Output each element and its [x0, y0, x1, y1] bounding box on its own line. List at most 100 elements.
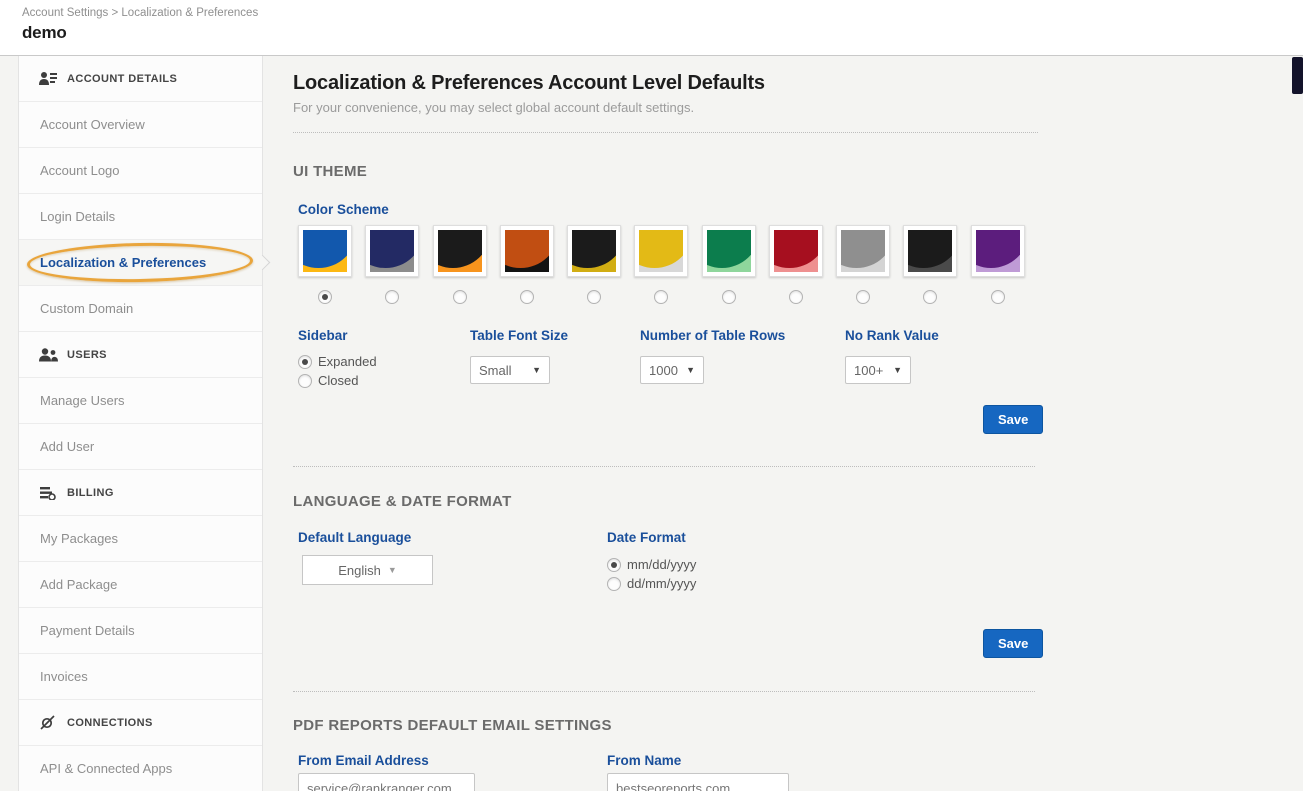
color-swatch-blue-gold[interactable]	[298, 225, 352, 277]
sidebar-section-label: USERS	[67, 349, 107, 361]
color-swatch-radio-green-mint[interactable]	[722, 290, 736, 304]
color-swatch-radio-gray-silver[interactable]	[856, 290, 870, 304]
sidebar-option-label: Closed	[318, 373, 358, 388]
sidebar-item-label: Invoices	[40, 669, 88, 684]
color-scheme-option-green-mint	[702, 225, 769, 304]
sidebar-item-manage-users[interactable]: Manage Users	[19, 378, 262, 424]
sidebar-item-label: Localization & Preferences	[40, 255, 206, 270]
divider	[293, 466, 1035, 467]
section-title-ui-theme: UI THEME	[293, 163, 1038, 180]
color-swatch-radio-blue-gold[interactable]	[318, 290, 332, 304]
color-swatch-radio-black-yellow[interactable]	[587, 290, 601, 304]
color-swatch-radio-black-charcoal[interactable]	[923, 290, 937, 304]
sidebar-item-label: Login Details	[40, 209, 115, 224]
color-scheme-option-yellow-silver	[634, 225, 701, 304]
swatch-accent-color	[505, 230, 549, 272]
swatch-accent-color	[572, 230, 616, 272]
from-name-input[interactable]	[607, 773, 789, 791]
sidebar-nav: ACCOUNT DETAILS Account Overview Account L…	[18, 56, 263, 791]
sidebar-item-account-logo[interactable]: Account Logo	[19, 148, 262, 194]
date-format-option-mm-dd-yyyy[interactable]: mm/dd/yyyy	[607, 557, 696, 572]
sidebar-option-closed[interactable]: Closed	[298, 373, 470, 388]
color-swatch-orange-black[interactable]	[500, 225, 554, 277]
from-email-input[interactable]	[298, 773, 475, 791]
divider	[293, 132, 1038, 133]
table-font-size-select[interactable]: Small ▼	[470, 356, 550, 384]
sidebar-item-invoices[interactable]: Invoices	[19, 654, 262, 700]
sidebar-section-label: ACCOUNT DETAILS	[67, 73, 177, 85]
sidebar-item-my-packages[interactable]: My Packages	[19, 516, 262, 562]
sidebar-item-api-connected-apps[interactable]: API & Connected Apps	[19, 746, 262, 791]
color-swatch-yellow-silver[interactable]	[634, 225, 688, 277]
swatch-accent-color	[370, 230, 414, 272]
sidebar-item-payment-details[interactable]: Payment Details	[19, 608, 262, 654]
color-swatch-radio-purple-lilac[interactable]	[991, 290, 1005, 304]
color-swatch-purple-lilac[interactable]	[971, 225, 1025, 277]
default-language-select[interactable]: English ▼	[302, 555, 433, 585]
save-button-language[interactable]: Save	[983, 629, 1043, 658]
color-swatch-black-orange[interactable]	[433, 225, 487, 277]
swatch-accent-color	[976, 230, 1020, 272]
chevron-down-icon: ▼	[686, 365, 695, 375]
no-rank-label: No Rank Value	[845, 328, 995, 343]
sidebar-section-users[interactable]: USERS	[19, 332, 262, 378]
swatch-accent-color	[438, 230, 482, 272]
swatch-main-color	[774, 230, 818, 268]
default-language-label: Default Language	[298, 530, 411, 545]
billing-icon	[39, 485, 59, 501]
sidebar-option-expanded[interactable]: Expanded	[298, 354, 470, 369]
table-rows-select[interactable]: 1000 ▼	[640, 356, 704, 384]
no-rank-group: No Rank Value 100+ ▼	[845, 328, 995, 392]
date-format-option-radio[interactable]	[607, 577, 621, 591]
date-format-option-dd-mm-yyyy[interactable]: dd/mm/yyyy	[607, 576, 696, 591]
date-format-option-radio[interactable]	[607, 558, 621, 572]
no-rank-value: 100+	[854, 363, 883, 378]
color-swatch-green-mint[interactable]	[702, 225, 756, 277]
color-swatch-gray-silver[interactable]	[836, 225, 890, 277]
account-name: demo	[22, 23, 67, 43]
sidebar-item-label: Account Overview	[40, 117, 145, 132]
save-button-ui-theme[interactable]: Save	[983, 405, 1043, 434]
divider	[293, 691, 1035, 692]
color-swatch-radio-navy-gray[interactable]	[385, 290, 399, 304]
swatch-radio-wrap	[298, 290, 352, 304]
main-content: Localization & Preferences Account Level…	[293, 56, 1038, 392]
color-swatch-radio-crimson-rose[interactable]	[789, 290, 803, 304]
color-swatch-radio-orange-black[interactable]	[520, 290, 534, 304]
sidebar-item-localization-preferences[interactable]: Localization & Preferences	[19, 240, 262, 286]
sidebar-item-account-overview[interactable]: Account Overview	[19, 102, 262, 148]
color-swatch-radio-yellow-silver[interactable]	[654, 290, 668, 304]
breadcrumb[interactable]: Account Settings > Localization & Prefer…	[22, 7, 258, 19]
swatch-accent-color	[908, 230, 952, 272]
sidebar-item-label: Custom Domain	[40, 301, 133, 316]
sidebar-item-add-user[interactable]: Add User	[19, 424, 262, 470]
scrollbar-thumb[interactable]	[1292, 57, 1303, 94]
sidebar-option-radio[interactable]	[298, 374, 312, 388]
sidebar-option-radio[interactable]	[298, 355, 312, 369]
chevron-down-icon: ▼	[388, 565, 397, 575]
page-subtitle: For your convenience, you may select glo…	[293, 100, 1038, 115]
color-swatch-black-charcoal[interactable]	[903, 225, 957, 277]
sidebar-section-connections[interactable]: CONNECTIONS	[19, 700, 262, 746]
active-item-arrow	[255, 255, 271, 271]
sidebar-section-account-details[interactable]: ACCOUNT DETAILS	[19, 56, 262, 102]
sidebar-section-billing[interactable]: BILLING	[19, 470, 262, 516]
sidebar-item-label: Account Logo	[40, 163, 120, 178]
sidebar-item-label: Add Package	[40, 577, 117, 592]
from-name-label: From Name	[607, 753, 681, 768]
sidebar-item-label: Payment Details	[40, 623, 135, 638]
no-rank-select[interactable]: 100+ ▼	[845, 356, 911, 384]
table-rows-label: Number of Table Rows	[640, 328, 845, 343]
color-swatch-navy-gray[interactable]	[365, 225, 419, 277]
sidebar-item-add-package[interactable]: Add Package	[19, 562, 262, 608]
swatch-main-color	[976, 230, 1020, 268]
color-swatch-black-yellow[interactable]	[567, 225, 621, 277]
sidebar-item-custom-domain[interactable]: Custom Domain	[19, 286, 262, 332]
color-swatch-radio-black-orange[interactable]	[453, 290, 467, 304]
sidebar-item-login-details[interactable]: Login Details	[19, 194, 262, 240]
sidebar-item-label: My Packages	[40, 531, 118, 546]
color-swatch-crimson-rose[interactable]	[769, 225, 823, 277]
color-scheme-option-orange-black	[500, 225, 567, 304]
color-scheme-option-black-orange	[433, 225, 500, 304]
swatch-main-color	[370, 230, 414, 268]
